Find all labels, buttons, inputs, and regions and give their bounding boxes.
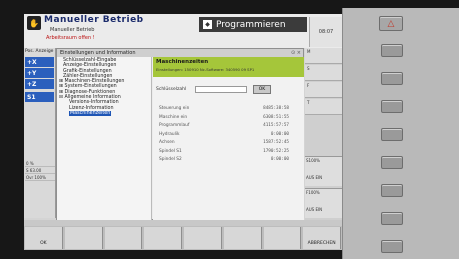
close-icon[interactable]: ⊙ ×: [291, 49, 301, 57]
axis-z-button[interactable]: +Z: [25, 79, 54, 89]
hardware-key[interactable]: [381, 240, 403, 253]
m-icon: M: [307, 49, 311, 54]
softkey-tool[interactable]: T: [305, 99, 342, 115]
operating-mode-title: Manueller Betrieb: [44, 15, 144, 25]
hardware-key[interactable]: [381, 100, 403, 113]
softkey-5[interactable]: [184, 227, 222, 249]
warning-triangle-icon: △: [387, 18, 395, 29]
time-label: Spindel S1: [159, 148, 182, 154]
machine-times-panel: Maschinenzeiten Einstellungen: 150910 Nc…: [153, 57, 304, 220]
machine-times-list: Steuerung ein 8485:38:58 Maschine ein 6308…: [159, 106, 289, 166]
softkey-mode-f[interactable]: F: [305, 82, 342, 98]
s-icon: S: [307, 66, 310, 71]
time-row: Programmlauf 4115:57:57: [159, 123, 289, 132]
time-label: Achsen: [159, 140, 175, 145]
time-label: Programmlauf: [159, 123, 190, 128]
settings-tree: Schlüsselzahl-Eingabe Anzeige-Einstellun…: [57, 57, 152, 220]
hardware-key-panel: △: [342, 8, 459, 259]
softkey-7[interactable]: [263, 227, 302, 249]
horizontal-softkeys: OK ABBRECHEN: [24, 226, 342, 250]
tree-item-machine-times-label: Maschinenzeiten: [69, 110, 112, 117]
programming-tab[interactable]: ◆ Programmieren: [199, 17, 307, 32]
feed-override-state: AUS EIN: [306, 207, 323, 212]
settings-dialog: Einstellungen und Information ⊙ × Schlüs…: [56, 48, 304, 220]
softkey-abbrechen[interactable]: ABBRECHEN: [303, 227, 341, 249]
softkey-6[interactable]: [223, 227, 262, 249]
feed-value: 0 %: [25, 160, 55, 167]
manual-mode-icon: ✋: [27, 16, 41, 30]
axis-y-button[interactable]: +Y: [25, 68, 54, 78]
hardware-key[interactable]: [381, 44, 403, 57]
programming-tab-label: Programmieren: [216, 19, 286, 30]
spindle-value: S 63.00: [25, 167, 55, 174]
clock: 08:07: [309, 17, 342, 47]
hardware-key[interactable]: [381, 128, 403, 141]
hardware-key[interactable]: [381, 212, 403, 225]
key-number-input[interactable]: [195, 86, 248, 93]
time-label: Spindel S2: [159, 157, 182, 162]
spindle-s1-button[interactable]: S1: [25, 92, 54, 102]
spindle-override-gauge[interactable]: S100% AUS EIN: [305, 156, 342, 186]
dialog-title: Einstellungen und Information: [60, 50, 136, 56]
time-label: Hydraulik: [159, 131, 180, 137]
position-display: Pos. Anzeige +X +Y +Z S1 0 % S 63.00 Ovr…: [24, 48, 56, 218]
hardware-key[interactable]: [381, 184, 403, 197]
spindle-override-value: S100%: [306, 158, 320, 163]
screen: ✋ Manueller Betrieb Manueller Betrieb Ar…: [24, 14, 342, 250]
time-row: Steuerung ein 8485:38:58: [159, 106, 289, 115]
time-row: Spindel S2 0:00:00: [159, 157, 289, 166]
override-value: Ovr 100%: [25, 174, 55, 181]
feed-override-value: F100%: [306, 190, 320, 195]
softkey-mode-m[interactable]: M: [305, 48, 342, 64]
time-value: 0:00:00: [270, 131, 289, 137]
vertical-softkeys: M S F T S100% AUS EIN F100% AUS EIN: [305, 48, 342, 220]
operating-mode-subtitle: Manueller Betrieb: [50, 27, 95, 33]
time-value: 8485:38:58: [263, 106, 289, 111]
header-bar: ✋ Manueller Betrieb Manueller Betrieb Ar…: [24, 14, 342, 48]
key-number-label: Schlüsselzahl: [156, 87, 187, 92]
softkey-3[interactable]: [104, 227, 143, 249]
ok-button[interactable]: OK: [253, 85, 271, 94]
time-row: Achsen 1587:52:45: [159, 140, 289, 149]
time-row: Maschine ein 6308:51:55: [159, 115, 289, 124]
time-row: Spindel S1 1790:52:25: [159, 149, 289, 158]
softkey-mode-s[interactable]: S: [305, 65, 342, 81]
warning-message: Arbeitsraum offen !: [46, 35, 95, 41]
alarm-key[interactable]: △: [379, 16, 403, 31]
position-display-header: Pos. Anzeige: [25, 49, 54, 54]
programming-icon: ◆: [203, 20, 212, 29]
panel-subtitle: Einstellungen: 150910 Nc-Software: 34059…: [156, 67, 255, 72]
time-value: 6308:51:55: [263, 114, 289, 120]
time-row: Hydraulik 0:00:00: [159, 132, 289, 141]
tree-item-machine-times[interactable]: Maschinenzeiten: [57, 110, 151, 117]
axis-x-button[interactable]: +X: [25, 57, 54, 67]
tree-item-system-label: System-Einstellungen: [64, 84, 117, 90]
softkey-2[interactable]: [64, 227, 103, 249]
softkey-ok[interactable]: OK: [25, 227, 63, 249]
time-value: 0:00:00: [270, 157, 289, 162]
time-label: Steuerung ein: [159, 106, 190, 111]
key-number-row: Schlüsselzahl: [156, 86, 248, 93]
override-values: 0 % S 63.00 Ovr 100%: [25, 160, 55, 181]
time-value: 4115:57:57: [263, 123, 289, 128]
softkey-4[interactable]: [144, 227, 182, 249]
time-value: 1790:52:25: [263, 148, 289, 154]
time-value: 1587:52:45: [263, 140, 289, 145]
f-icon: F: [307, 83, 310, 88]
spindle-override-state: AUS EIN: [306, 175, 323, 180]
dialog-titlebar: Einstellungen und Information ⊙ ×: [57, 49, 303, 57]
hardware-key[interactable]: [381, 156, 403, 169]
panel-header: Maschinenzeiten Einstellungen: 150910 Nc…: [153, 57, 304, 77]
panel-title: Maschinenzeiten: [156, 59, 209, 65]
feed-override-gauge[interactable]: F100% AUS EIN: [305, 188, 342, 218]
tool-icon: T: [307, 100, 310, 105]
time-label: Maschine ein: [159, 114, 188, 120]
hardware-key[interactable]: [381, 72, 403, 85]
